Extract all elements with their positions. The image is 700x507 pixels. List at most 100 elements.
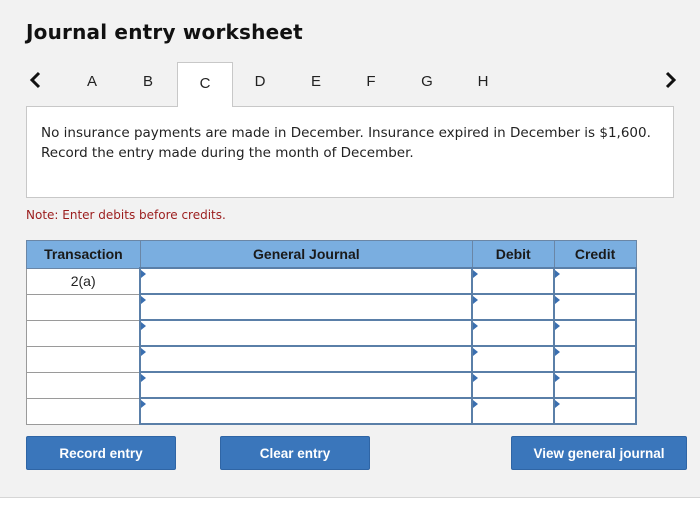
dropdown-indicator-icon — [473, 296, 479, 304]
account-cell — [139, 371, 474, 399]
tab-g[interactable]: G — [399, 62, 455, 98]
table-row — [26, 371, 637, 399]
dropdown-indicator-icon — [473, 400, 479, 408]
debit-cell — [471, 319, 556, 347]
tab-d[interactable]: D — [232, 62, 288, 98]
chevron-left-icon — [29, 71, 41, 89]
credit-input[interactable] — [555, 270, 635, 292]
dropdown-indicator-icon — [141, 348, 147, 356]
dropdown-indicator-icon — [141, 296, 147, 304]
account-cell — [139, 319, 474, 347]
debit-cell — [471, 397, 556, 425]
tab-a[interactable]: A — [64, 62, 120, 98]
note-text: Note: Enter debits before credits. — [26, 208, 226, 222]
account-cell — [139, 267, 474, 295]
transaction-cell — [26, 319, 141, 347]
transaction-cell — [26, 293, 141, 321]
prompt-text: No insurance payments are made in Decemb… — [41, 125, 651, 161]
debit-cell — [471, 293, 556, 321]
header-general-journal: General Journal — [139, 240, 473, 269]
credit-cell — [553, 371, 637, 399]
debit-input[interactable] — [473, 296, 554, 318]
tab-label: D — [254, 72, 266, 90]
prev-tab-button[interactable] — [26, 68, 46, 92]
dropdown-indicator-icon — [141, 400, 147, 408]
tab-f[interactable]: F — [343, 62, 399, 98]
tab-e[interactable]: E — [288, 62, 344, 98]
transaction-cell: 2(a) — [26, 267, 141, 295]
tab-label: A — [86, 72, 97, 90]
account-input[interactable] — [141, 270, 472, 292]
dropdown-indicator-icon — [555, 270, 561, 278]
credit-cell — [553, 293, 637, 321]
credit-input[interactable] — [555, 296, 635, 318]
account-cell — [139, 397, 474, 425]
credit-input[interactable] — [555, 348, 635, 370]
credit-input[interactable] — [555, 400, 635, 422]
account-input[interactable] — [141, 296, 472, 318]
tab-c[interactable]: C — [177, 62, 233, 107]
chevron-right-icon — [665, 71, 677, 89]
tab-label: B — [142, 72, 153, 90]
dropdown-indicator-icon — [473, 322, 479, 330]
table-row: 2(a) — [26, 267, 637, 295]
debit-input[interactable] — [473, 374, 554, 396]
dropdown-indicator-icon — [555, 374, 561, 382]
header-debit: Debit — [471, 240, 555, 269]
debit-input[interactable] — [473, 400, 554, 422]
view-general-journal-button[interactable]: View general journal — [511, 436, 687, 470]
header-transaction: Transaction — [26, 240, 141, 269]
dropdown-indicator-icon — [555, 296, 561, 304]
journal-table: Transaction General Journal Debit Credit… — [26, 240, 637, 425]
credit-input[interactable] — [555, 374, 635, 396]
debit-input[interactable] — [473, 322, 554, 344]
dropdown-indicator-icon — [473, 348, 479, 356]
tab-label: C — [199, 74, 211, 92]
tab-label: E — [310, 72, 321, 90]
next-tab-button[interactable] — [660, 68, 680, 92]
tab-label: H — [477, 72, 489, 90]
tab-bar: A B C D E F G H — [26, 62, 677, 107]
account-cell — [139, 345, 474, 373]
transaction-cell — [26, 397, 141, 425]
dropdown-indicator-icon — [473, 270, 479, 278]
credit-cell — [553, 319, 637, 347]
header-credit: Credit — [553, 240, 637, 269]
table-row — [26, 345, 637, 373]
account-input[interactable] — [141, 374, 472, 396]
table-header-row: Transaction General Journal Debit Credit — [26, 240, 637, 269]
tab-b[interactable]: B — [120, 62, 176, 98]
transaction-cell — [26, 345, 141, 373]
tab-h[interactable]: H — [455, 62, 511, 98]
record-entry-button[interactable]: Record entry — [26, 436, 176, 470]
debit-input[interactable] — [473, 348, 554, 370]
dropdown-indicator-icon — [473, 374, 479, 382]
dropdown-indicator-icon — [141, 374, 147, 382]
dropdown-indicator-icon — [141, 270, 147, 278]
dropdown-indicator-icon — [555, 348, 561, 356]
debit-cell — [471, 345, 556, 373]
transaction-cell — [26, 371, 141, 399]
credit-cell — [553, 345, 637, 373]
table-row — [26, 293, 637, 321]
dropdown-indicator-icon — [141, 322, 147, 330]
debit-cell — [471, 371, 556, 399]
account-input[interactable] — [141, 348, 472, 370]
credit-input[interactable] — [555, 322, 635, 344]
dropdown-indicator-icon — [555, 400, 561, 408]
page-title: Journal entry worksheet — [26, 20, 303, 44]
credit-cell — [553, 397, 637, 425]
dropdown-indicator-icon — [555, 322, 561, 330]
account-input[interactable] — [141, 322, 472, 344]
clear-entry-button[interactable]: Clear entry — [220, 436, 370, 470]
account-input[interactable] — [141, 400, 472, 422]
table-row — [26, 319, 637, 347]
debit-cell — [471, 267, 556, 295]
credit-cell — [553, 267, 637, 295]
question-prompt: No insurance payments are made in Decemb… — [26, 106, 674, 198]
tab-label: G — [421, 72, 433, 90]
table-row — [26, 397, 637, 425]
tab-label: F — [366, 72, 376, 90]
debit-input[interactable] — [473, 270, 554, 292]
account-cell — [139, 293, 474, 321]
